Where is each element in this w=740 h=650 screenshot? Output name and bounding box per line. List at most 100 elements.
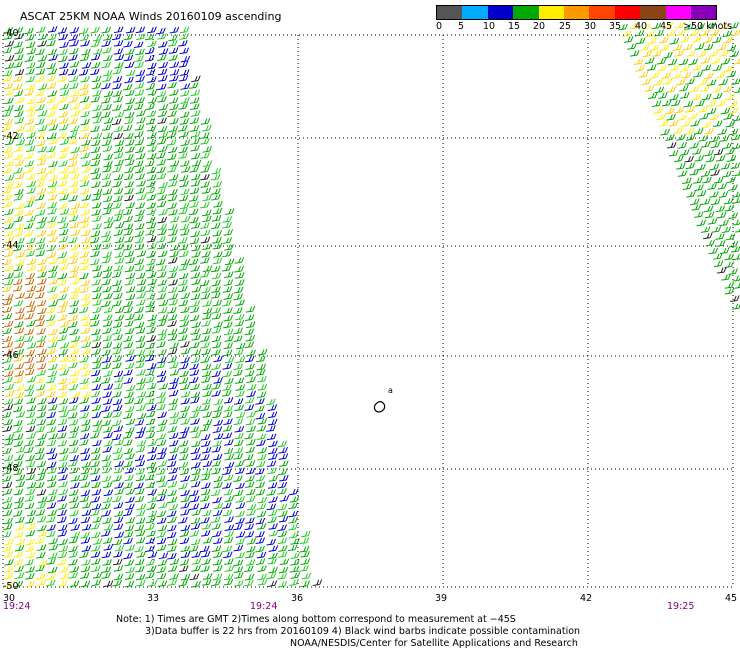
wind-barb <box>201 529 211 537</box>
wind-barb <box>25 529 36 537</box>
wind-barb <box>25 145 36 153</box>
wind-barb <box>113 146 124 153</box>
wind-barb <box>114 438 125 446</box>
wind-barb <box>223 307 233 314</box>
wind-barb <box>190 418 200 425</box>
wind-barb <box>145 537 156 545</box>
wind-barb <box>733 58 740 65</box>
wind-barb <box>112 538 123 546</box>
wind-barb <box>133 313 144 321</box>
wind-barb <box>211 214 222 222</box>
wind-barb <box>4 272 14 280</box>
legend-swatch <box>462 6 488 19</box>
wind-barb <box>37 468 47 476</box>
wind-barb <box>245 334 256 342</box>
wind-barb <box>235 551 245 559</box>
wind-barb <box>168 180 178 187</box>
wind-barb <box>125 405 135 413</box>
wind-barb <box>180 258 191 266</box>
wind-barb <box>91 348 102 356</box>
wind-barb <box>245 446 255 454</box>
wind-barb <box>145 47 155 55</box>
wind-barb <box>233 286 244 294</box>
wind-barb <box>79 180 90 188</box>
wind-barb <box>90 258 100 266</box>
wind-barb <box>710 169 720 176</box>
wind-barb <box>68 536 79 544</box>
wind-barb <box>169 573 179 580</box>
wind-barb <box>266 433 277 441</box>
wind-barb <box>146 222 157 229</box>
lat-label-46: -46 <box>3 350 19 361</box>
wind-barb <box>112 104 122 111</box>
wind-barb <box>79 356 89 363</box>
wind-barb <box>191 440 201 448</box>
wind-barb <box>257 453 267 461</box>
wind-barb <box>69 75 79 83</box>
wind-barb <box>3 517 14 525</box>
wind-barb <box>189 376 199 384</box>
wind-barb <box>91 397 101 404</box>
wind-barb <box>147 439 158 447</box>
wind-barb <box>34 292 45 299</box>
wind-barb <box>134 55 144 62</box>
wind-barb <box>13 153 24 161</box>
wind-barb <box>224 524 235 531</box>
wind-barb <box>158 103 169 111</box>
wind-barb <box>37 433 48 441</box>
wind-barb <box>125 97 135 105</box>
wind-barb <box>156 475 166 483</box>
wind-barb <box>158 419 168 426</box>
wind-barb <box>671 72 682 80</box>
wind-barb <box>686 50 696 57</box>
wind-barb <box>167 538 178 546</box>
time-label-left: 19:24 <box>3 601 30 612</box>
wind-barb <box>92 116 103 124</box>
wind-barb <box>202 383 212 391</box>
wind-barb <box>147 551 158 559</box>
wind-barb <box>4 181 15 189</box>
wind-barb <box>123 509 133 517</box>
wind-barb <box>46 96 56 104</box>
wind-barb <box>224 377 234 385</box>
wind-barb <box>46 558 56 565</box>
wind-barb <box>246 411 256 418</box>
wind-barb <box>704 72 714 80</box>
wind-barb <box>101 242 111 250</box>
wind-barb <box>146 530 156 537</box>
wind-barb <box>101 173 112 180</box>
wind-barb <box>180 524 191 532</box>
wind-barb <box>46 439 57 447</box>
wind-barb <box>14 104 24 112</box>
wind-barb <box>147 382 157 390</box>
wind-barb <box>123 223 134 231</box>
wind-barb <box>222 411 233 418</box>
wind-barb <box>103 543 114 551</box>
wind-barb <box>257 383 268 391</box>
wind-barb <box>47 90 58 97</box>
wind-barb <box>696 189 707 197</box>
wind-barb <box>200 404 211 412</box>
wind-barb <box>48 103 59 111</box>
wind-barb <box>682 183 693 190</box>
wind-barb <box>145 264 155 272</box>
legend-swatch <box>437 6 463 19</box>
wind-barb <box>112 76 123 83</box>
wind-barb <box>178 299 189 307</box>
wind-barb <box>145 69 156 76</box>
wind-barb <box>689 85 700 93</box>
wind-barb <box>200 565 210 573</box>
wind-barb <box>180 97 190 104</box>
wind-barb <box>167 565 178 573</box>
wind-barb <box>245 495 256 503</box>
wind-barb <box>36 230 47 237</box>
wind-barb <box>46 524 56 531</box>
wind-barb <box>24 138 35 146</box>
wind-barb <box>102 334 113 342</box>
wind-barb <box>179 250 189 258</box>
wind-barb <box>277 530 288 538</box>
wind-barb <box>48 278 59 285</box>
wind-barb <box>57 306 67 314</box>
wind-barb <box>146 208 157 216</box>
wind-barb <box>679 65 690 72</box>
